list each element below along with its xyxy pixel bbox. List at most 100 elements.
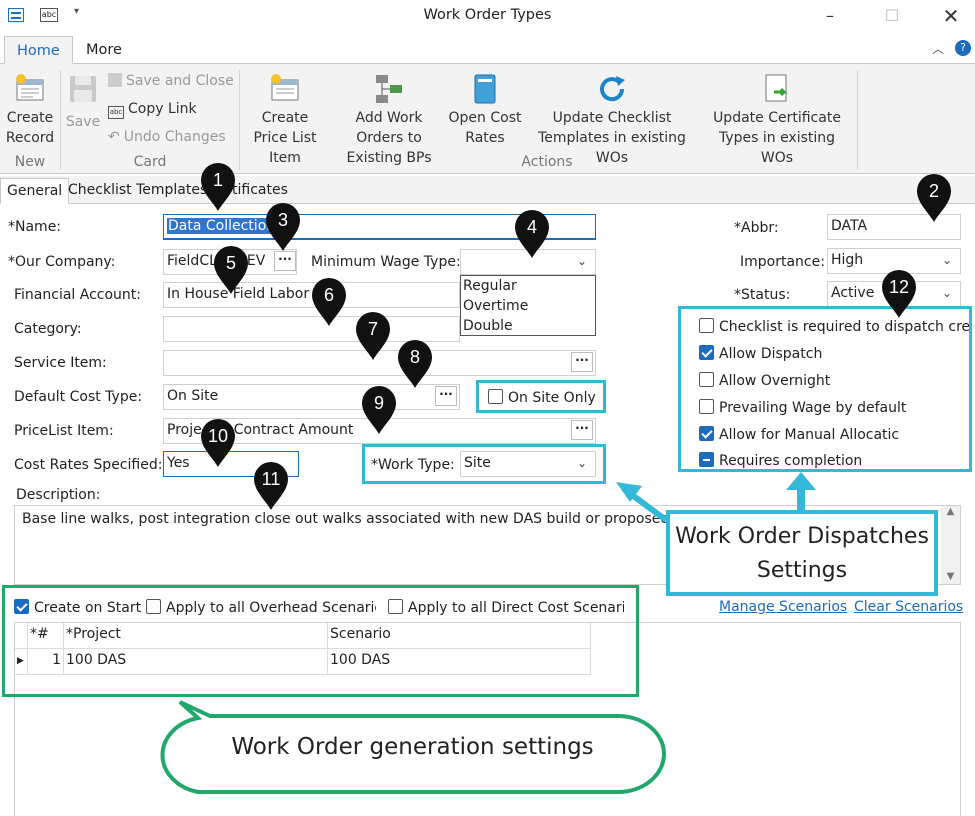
work-type-select[interactable]: Site ⌄: [460, 451, 596, 477]
our-company-lookup-button[interactable]: ···: [274, 251, 296, 271]
marker-1-number: 1: [212, 170, 223, 190]
ribbon-separator: [60, 70, 61, 170]
status-label: *Status:: [734, 287, 791, 303]
work-orders-icon: [376, 75, 402, 103]
tab-checklist-templates[interactable]: Checklist Templates: [62, 178, 213, 204]
description-value: Base line walks, post integration close …: [22, 511, 700, 527]
name-label: *Name:: [8, 219, 62, 235]
marker-8: 8: [396, 339, 434, 389]
group-label-new: New: [14, 154, 46, 170]
marker-8-number: 8: [409, 347, 420, 367]
undo-changes-button[interactable]: ↶ Undo Changes: [108, 126, 226, 148]
our-company-value: FieldCL: [167, 253, 217, 269]
dispatch-callout-text: Work Order Dispatches Settings: [675, 524, 929, 583]
dispatch-arrow-left-head: [616, 482, 642, 502]
dispatch-setting-allow-dispatch[interactable]: Allow Dispatch: [699, 345, 822, 362]
pricelist-item-value-a: Proje: [167, 422, 202, 438]
dispatch-setting-label: Checklist is required to dispatch crew: [719, 319, 972, 335]
default-cost-type-lookup-button[interactable]: ···: [435, 386, 457, 406]
importance-value: High: [831, 252, 864, 268]
copy-link-icon: abc: [108, 106, 124, 119]
group-label-actions: Actions: [521, 154, 573, 170]
checkbox-icon: [699, 318, 714, 333]
description-scrollbar[interactable]: ▲ ▼: [941, 506, 960, 584]
marker-5-number: 5: [225, 253, 236, 273]
marker-12-number: 12: [888, 277, 910, 297]
abbr-value: DATA: [831, 218, 868, 234]
description-label: Description:: [16, 487, 101, 503]
marker-4: 4: [513, 209, 551, 259]
work-type-value: Site: [464, 455, 491, 471]
chevron-down-icon: ⌄: [941, 286, 952, 300]
cost-rates-specified-label: Cost Rates Specified:: [14, 457, 163, 473]
scroll-up-icon[interactable]: ▲: [941, 506, 960, 517]
minimize-icon[interactable]: –: [815, 4, 845, 28]
tab-general[interactable]: General: [0, 178, 70, 204]
marker-6: 6: [310, 277, 348, 327]
save-close-icon: [108, 73, 122, 87]
create-record-icon: [16, 74, 44, 101]
category-label: Category:: [14, 321, 82, 337]
dispatch-setting-requires-completion[interactable]: Requires completion: [699, 452, 862, 469]
default-cost-type-value: On Site: [167, 388, 219, 404]
maximize-icon[interactable]: ☐: [877, 4, 907, 28]
close-icon[interactable]: ✕: [936, 4, 966, 28]
work-type-label: *Work Type:: [371, 457, 455, 473]
checkbox-icon: [699, 372, 714, 387]
dropdown-option-regular[interactable]: Regular: [463, 276, 595, 296]
cost-rates-specified-value: Yes: [167, 455, 190, 471]
dropdown-option-double[interactable]: Double: [463, 316, 595, 336]
undo-icon: ↶: [108, 129, 120, 145]
certificate-icon: [765, 74, 788, 102]
on-site-only-label: On Site Only: [508, 390, 596, 406]
dispatch-setting-checklist-required[interactable]: Checklist is required to dispatch crew: [699, 318, 972, 335]
manage-scenarios-link[interactable]: Manage Scenarios: [719, 599, 847, 615]
dispatch-setting-label: Allow for Manual Allocatic: [719, 427, 900, 443]
marker-12: 12: [880, 269, 918, 319]
dropdown-option-overtime[interactable]: Overtime: [463, 296, 595, 316]
marker-2-number: 2: [928, 181, 939, 201]
minimum-wage-type-dropdown: Regular Overtime Double: [460, 275, 596, 336]
collapse-ribbon-icon[interactable]: ︿: [932, 40, 944, 57]
dispatch-setting-prevailing-wage[interactable]: Prevailing Wage by default: [699, 399, 906, 416]
checkbox-icon: [699, 399, 714, 414]
status-value: Active: [831, 285, 875, 301]
on-site-only-checkbox[interactable]: On Site Only: [488, 389, 596, 406]
pricelist-item-lookup-button[interactable]: ···: [571, 420, 593, 440]
price-list-icon: [271, 74, 299, 101]
marker-6-number: 6: [323, 285, 334, 305]
clear-scenarios-link[interactable]: Clear Scenarios: [854, 599, 963, 615]
checkbox-icon: [488, 389, 503, 404]
copy-link-button[interactable]: abc Copy Link: [108, 98, 197, 120]
scroll-down-icon[interactable]: ▼: [941, 571, 960, 582]
marker-11: 11: [252, 461, 290, 511]
dispatch-setting-allow-overnight[interactable]: Allow Overnight: [699, 372, 830, 389]
refresh-icon: [600, 76, 625, 102]
marker-5: 5: [212, 245, 250, 295]
minimum-wage-type-label: Minimum Wage Type:: [311, 254, 461, 270]
open-cost-rates-button[interactable]: Open Cost Rates: [448, 72, 522, 148]
dispatch-setting-manual-allocation[interactable]: Allow for Manual Allocatic: [699, 426, 899, 443]
save-label: Save: [65, 114, 101, 130]
marker-3: 3: [264, 202, 302, 252]
dispatch-setting-label: Allow Dispatch: [719, 346, 823, 362]
checkbox-checked-icon: [699, 345, 714, 360]
marker-7: 7: [354, 311, 392, 361]
dispatch-setting-label: Allow Overnight: [719, 373, 831, 389]
ribbon-separator: [857, 70, 858, 170]
tab-home[interactable]: Home: [4, 36, 73, 64]
generation-settings-highlight: [2, 585, 639, 697]
dispatch-settings-highlight: Checklist is required to dispatch crew A…: [678, 306, 972, 472]
default-cost-type-label: Default Cost Type:: [14, 389, 143, 405]
financial-account-label: Financial Account:: [14, 287, 141, 303]
tab-more[interactable]: More: [74, 36, 134, 64]
save-and-close-button[interactable]: Save and Close: [108, 70, 234, 92]
name-value: Data Collection: [167, 218, 277, 234]
marker-2: 2: [915, 173, 953, 223]
help-icon[interactable]: ?: [955, 40, 971, 56]
generation-callout-text: Work Order generation settings: [231, 734, 594, 760]
service-item-lookup-button[interactable]: ···: [571, 352, 593, 372]
save-button[interactable]: Save: [64, 72, 102, 132]
open-cost-rates-label: Open Cost Rates: [448, 110, 522, 146]
create-record-button[interactable]: Create Record: [2, 72, 58, 148]
